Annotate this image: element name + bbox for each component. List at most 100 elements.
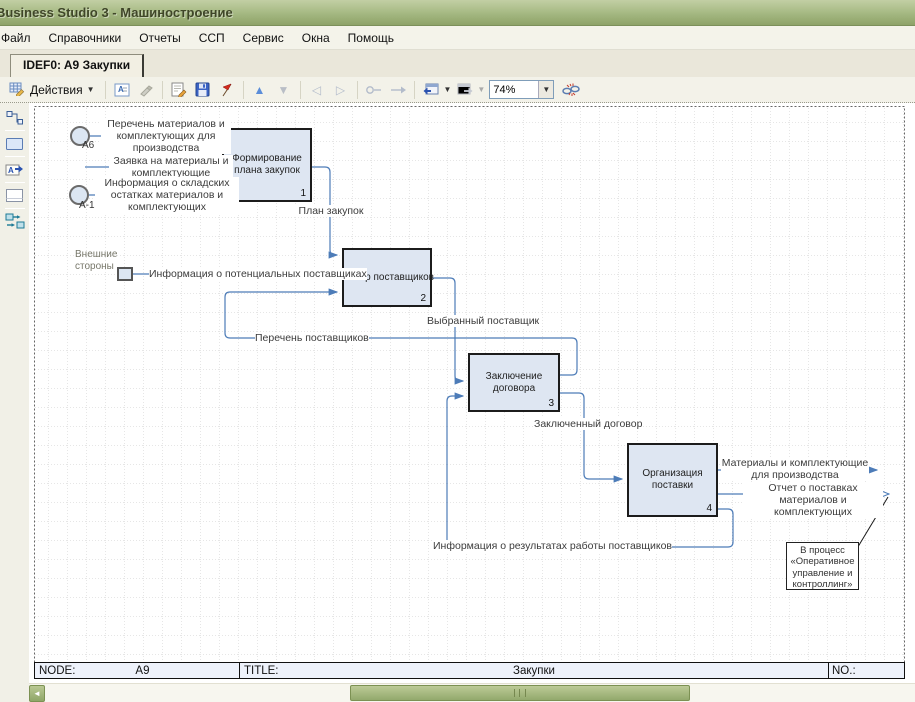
- flow-label-suppliers-list: Перечень поставщиков: [255, 332, 369, 344]
- menu-windows[interactable]: Окна: [293, 28, 339, 48]
- go-child-button[interactable]: [387, 80, 409, 100]
- down-arrow-icon: ▼: [278, 83, 290, 97]
- toolbar-separator: [357, 81, 358, 99]
- menu-file[interactable]: Файл: [0, 28, 40, 48]
- footer-no-label: NO.:: [832, 665, 856, 677]
- text-properties-button[interactable]: A: [111, 80, 133, 100]
- chevron-down-icon: ▼: [477, 85, 485, 94]
- nav-right-button[interactable]: ▷: [330, 80, 352, 100]
- edit-note-icon: [171, 82, 187, 97]
- go-parent-icon: [365, 85, 383, 95]
- window-back-button[interactable]: [420, 80, 442, 100]
- flag-button[interactable]: [216, 80, 238, 100]
- toolbar-separator: [105, 81, 106, 99]
- diagram-canvas[interactable]: А6 А-15 Внешние стороны Формирование пла…: [29, 103, 915, 683]
- scrollbar-track[interactable]: ◄: [29, 683, 915, 702]
- left-toolbar-separator: [5, 130, 25, 131]
- flag-icon: [220, 82, 234, 97]
- save-button[interactable]: [192, 80, 214, 100]
- frame-tool-icon: [5, 188, 24, 203]
- right-arrow-icon: ▷: [336, 83, 345, 97]
- go-parent-button[interactable]: [363, 80, 385, 100]
- zoom-input[interactable]: [490, 84, 538, 96]
- activity-box-4[interactable]: Организация поставки 4: [627, 443, 718, 517]
- footer-node-value: A9: [135, 665, 149, 677]
- activity-box-3-label: Заключение договора: [470, 371, 558, 395]
- tab-idef0-a9[interactable]: IDEF0: A9 Закупки: [10, 54, 144, 77]
- left-toolbar: A: [0, 103, 29, 683]
- menu-bar: Файл Справочники Отчеты ССП Сервис Окна …: [0, 26, 915, 50]
- window-forward-button[interactable]: [453, 80, 475, 100]
- toolbar-separator: [162, 81, 163, 99]
- toolbar: Действия ▼ A ▲ ▼ ◁ ▷ ▼ ▼ ▼: [0, 77, 915, 103]
- menu-directories[interactable]: Справочники: [40, 28, 131, 48]
- actions-grid-pencil-icon: [9, 80, 26, 99]
- toolbar-separator: [414, 81, 415, 99]
- activity-box-3-number: 3: [548, 398, 554, 409]
- tab-strip: IDEF0: A9 Закупки: [0, 50, 915, 77]
- activity-box-1-number: 1: [300, 188, 306, 199]
- menu-service[interactable]: Сервис: [234, 28, 293, 48]
- decomposition-tool-icon: [5, 213, 25, 230]
- menu-help[interactable]: Помощь: [339, 28, 403, 48]
- toolbar-separator: [300, 81, 301, 99]
- window-forward-icon: [456, 82, 473, 97]
- app-window: Business Studio 3 - Машиностроение Файл …: [0, 0, 915, 702]
- toolbar-separator: [243, 81, 244, 99]
- move-down-button[interactable]: ▼: [273, 80, 295, 100]
- external-party-square[interactable]: [117, 267, 133, 281]
- chevron-down-icon[interactable]: ▼: [444, 85, 452, 94]
- activity-box-4-label: Организация поставки: [629, 468, 716, 492]
- flow-label-in1: Перечень материалов и комплектующих для …: [101, 118, 231, 154]
- chevron-down-icon: ▼: [87, 85, 95, 94]
- activity-box-1-label: Формирование плана закупок: [224, 153, 310, 177]
- go-child-icon: [389, 85, 407, 95]
- edit-note-button[interactable]: [168, 80, 190, 100]
- zoom-combo: ▼: [489, 80, 554, 99]
- flow-label-report-out: Отчет о поставках материалов и комплекту…: [743, 482, 883, 518]
- svg-text:A: A: [118, 85, 124, 94]
- box-tool-icon: [5, 137, 24, 151]
- window-back-icon: [422, 82, 439, 97]
- connector-tool-button[interactable]: [3, 107, 27, 128]
- window-title: Business Studio 3 - Машиностроение: [0, 5, 233, 20]
- format-brush-button[interactable]: [135, 80, 157, 100]
- menu-reports[interactable]: Отчеты: [130, 28, 189, 48]
- frame-tool-button[interactable]: [3, 185, 27, 206]
- text-properties-icon: A: [114, 83, 130, 97]
- flow-label-in3: Информация о складских остатках материал…: [95, 177, 239, 213]
- move-up-button[interactable]: ▲: [249, 80, 271, 100]
- left-arrow-icon: ◁: [312, 83, 321, 97]
- activity-box-2-number: 2: [420, 293, 426, 304]
- picture-tool-button[interactable]: A: [3, 159, 27, 180]
- broken-link-button[interactable]: [560, 80, 582, 100]
- picture-tool-icon: A: [5, 162, 24, 178]
- menu-ssp[interactable]: ССП: [190, 28, 234, 48]
- nav-left-button[interactable]: ◁: [306, 80, 328, 100]
- scrollbar-left-button[interactable]: ◄: [29, 685, 45, 702]
- actions-button[interactable]: Действия ▼: [4, 80, 100, 100]
- main-area: A: [0, 103, 915, 683]
- actions-label: Действия: [30, 83, 83, 97]
- format-brush-icon: [138, 83, 153, 97]
- flow-label-contract: Заключенный договор: [534, 418, 642, 430]
- svg-text:A: A: [8, 166, 14, 175]
- flow-label-materials-out: Материалы и комплектующие для производст…: [721, 457, 869, 481]
- horizontal-scrollbar: ◄: [0, 683, 915, 702]
- footer-node-label: NODE:: [39, 665, 75, 677]
- scrollbar-grip: [514, 689, 526, 697]
- broken-link-icon: [561, 82, 581, 98]
- scrollbar-thumb[interactable]: [350, 685, 690, 701]
- flow-label-in2: Заявка на материалы и комплектующие: [109, 155, 233, 179]
- flow-label-chosen: Выбранный поставщик: [427, 315, 539, 327]
- left-toolbar-separator: [5, 156, 25, 157]
- left-toolbar-separator: [5, 208, 25, 209]
- zoom-dropdown-button[interactable]: ▼: [538, 81, 553, 98]
- box-tool-button[interactable]: [3, 133, 27, 154]
- flow-label-results-feedback: Информация о результатах работы поставщи…: [433, 540, 672, 552]
- activity-box-3[interactable]: Заключение договора 3: [468, 353, 560, 412]
- callout-box[interactable]: В процесс «Оперативное управление и конт…: [786, 542, 859, 590]
- up-arrow-icon: ▲: [254, 83, 266, 97]
- decomposition-tool-button[interactable]: [3, 211, 27, 232]
- flow-label-plan: План закупок: [295, 205, 367, 217]
